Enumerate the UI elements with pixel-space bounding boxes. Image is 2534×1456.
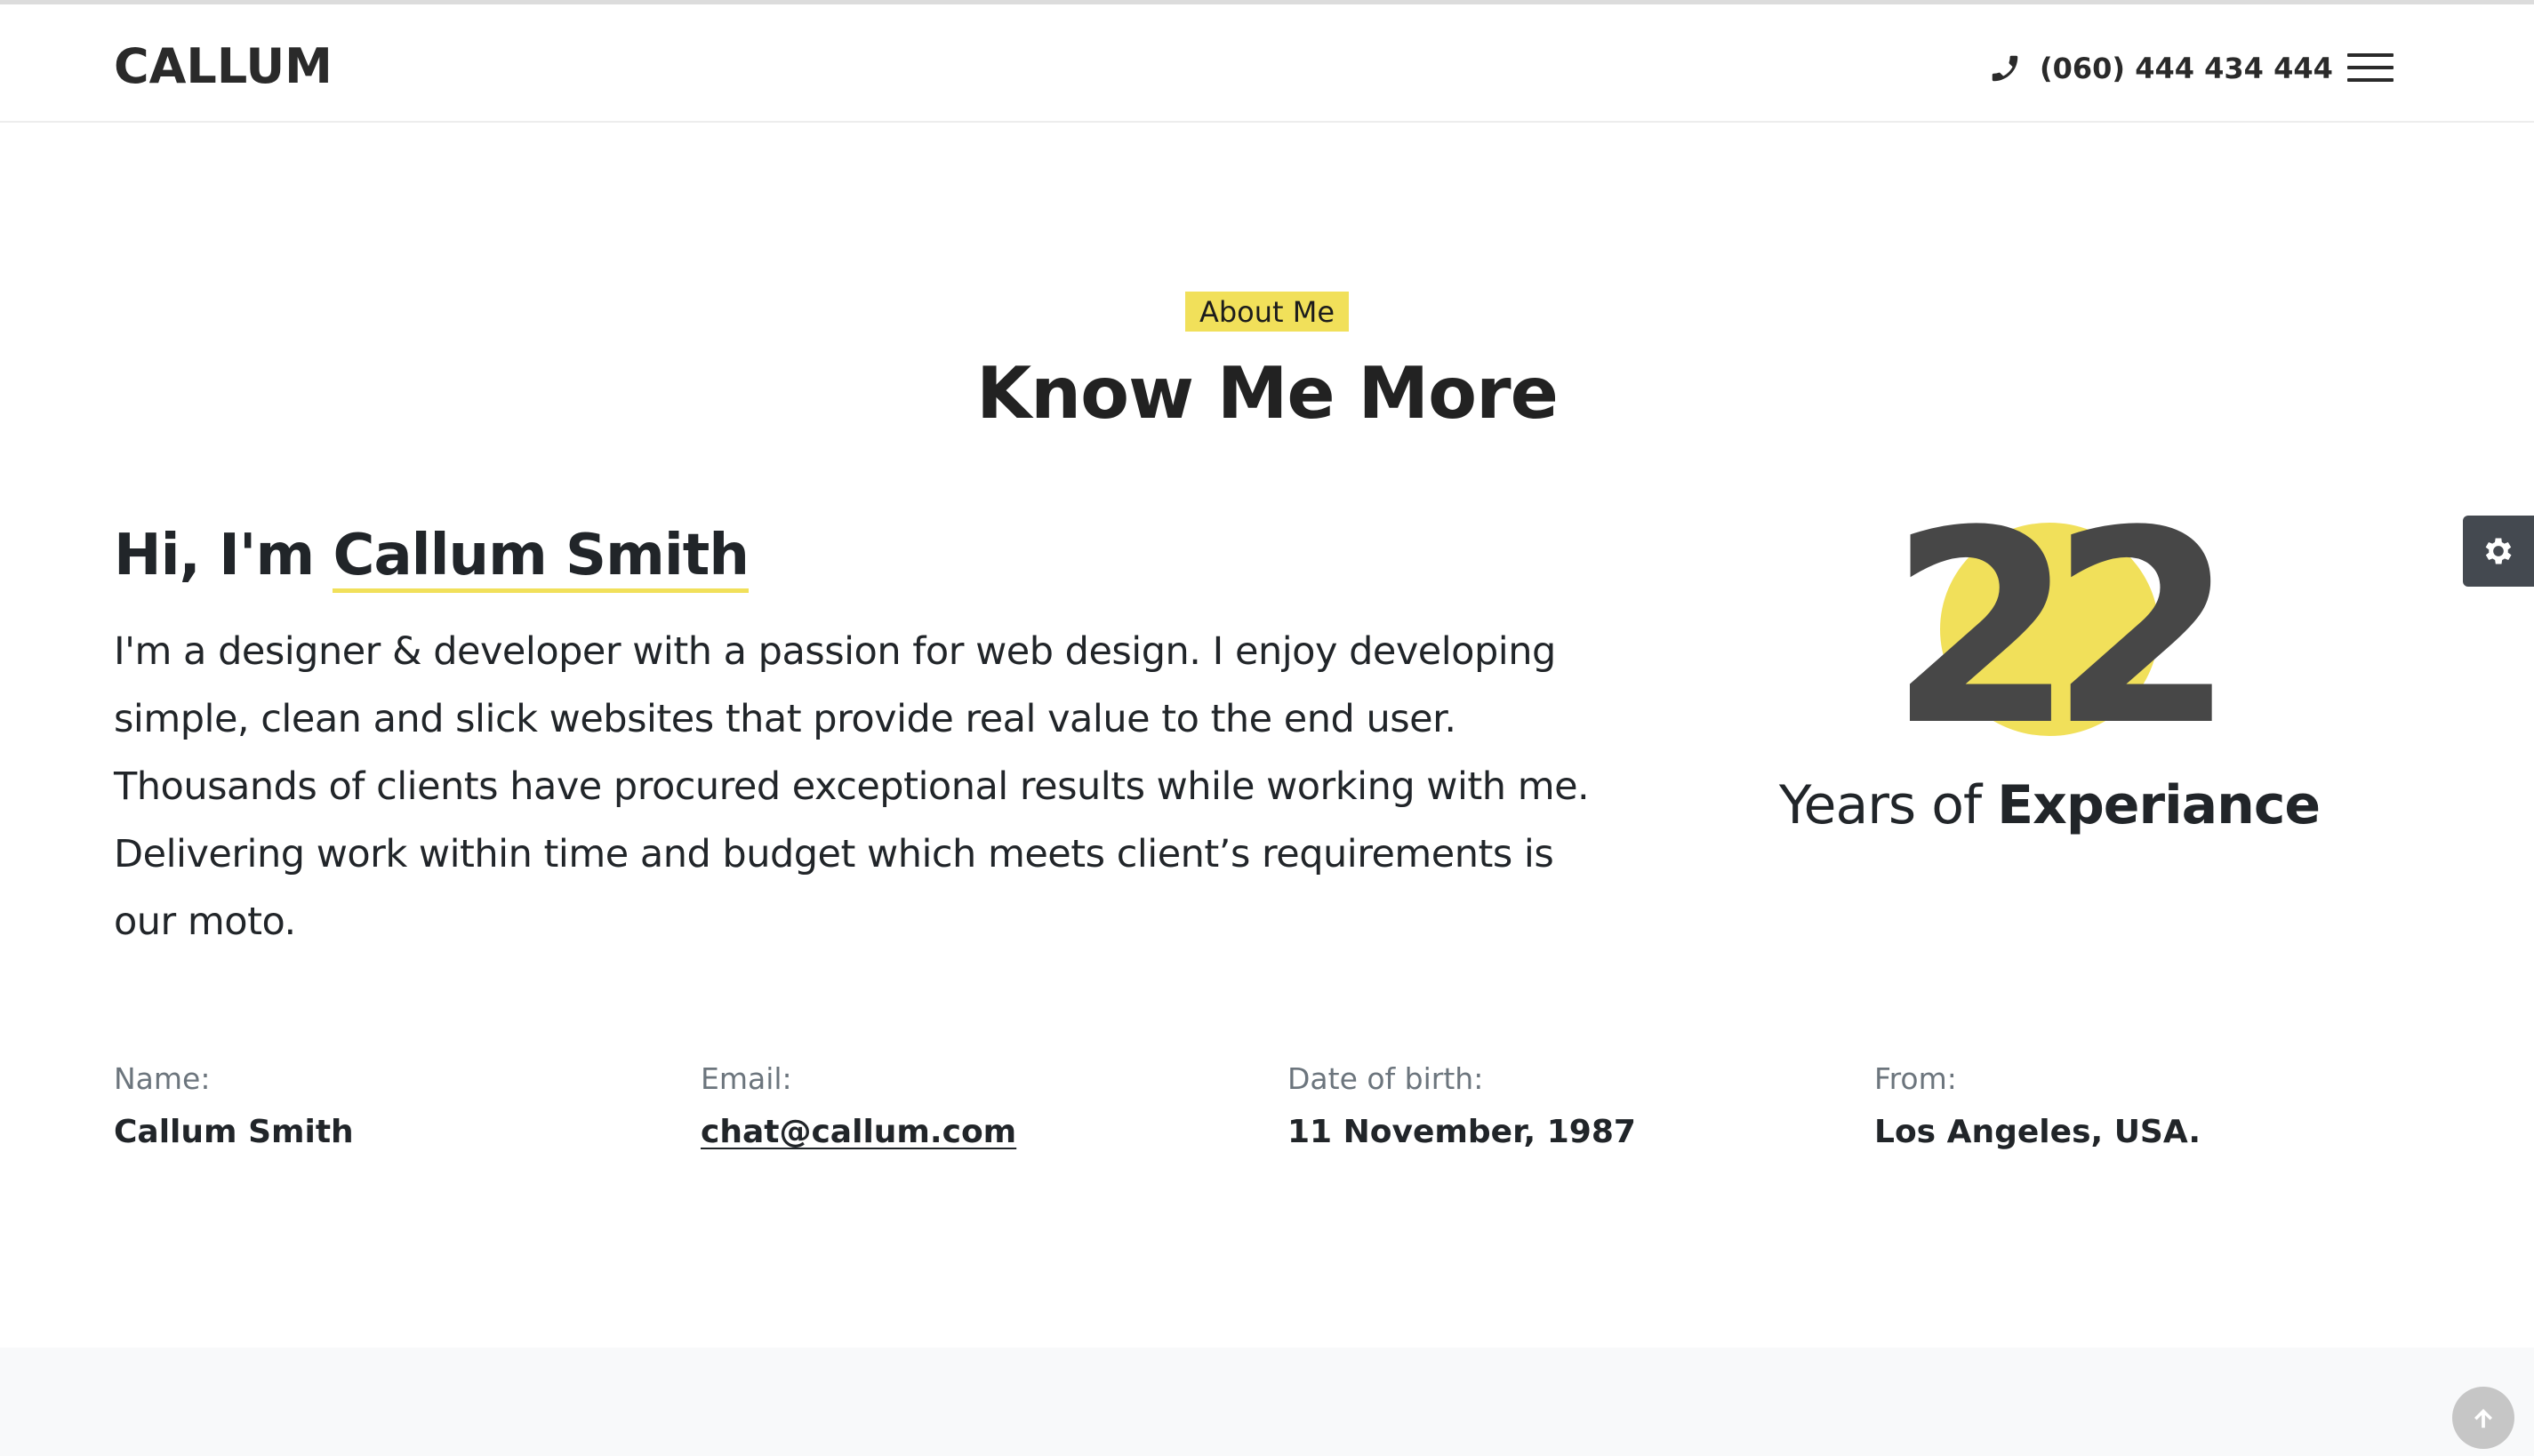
experience-label: Years of Experiance bbox=[1672, 770, 2427, 841]
menu-bar bbox=[2347, 78, 2394, 82]
gear-icon bbox=[2485, 538, 2512, 564]
detail-value: chat@callum.com bbox=[701, 1109, 1234, 1156]
phone-number[interactable]: (060) 444 434 444 bbox=[2040, 52, 2333, 85]
detail-from: From: Los Angeles, USA. bbox=[1874, 1058, 2408, 1156]
section-eyebrow-badge: About Me bbox=[1185, 292, 1349, 332]
intro-greeting: Hi, I'm bbox=[114, 523, 315, 588]
section-title: Know Me More bbox=[976, 352, 1559, 435]
detail-date-of-birth: Date of birth: 11 November, 1987 bbox=[1287, 1058, 1821, 1156]
experience-label-strong: Experiance bbox=[1997, 774, 2321, 836]
detail-value: Callum Smith bbox=[114, 1114, 354, 1150]
detail-value: Los Angeles, USA. bbox=[1874, 1114, 2201, 1150]
detail-label: Name: bbox=[114, 1061, 211, 1096]
settings-toggle-button[interactable] bbox=[2463, 516, 2534, 587]
detail-label: From: bbox=[1874, 1061, 1957, 1096]
detail-label: Date of birth: bbox=[1287, 1061, 1484, 1096]
hamburger-menu-icon[interactable] bbox=[2347, 51, 2394, 84]
next-section-band bbox=[0, 1348, 2534, 1456]
back-to-top-button[interactable] bbox=[2452, 1387, 2514, 1449]
menu-bar bbox=[2347, 53, 2394, 57]
detail-name: Name: Callum Smith bbox=[114, 1058, 647, 1156]
phone-icon bbox=[1992, 55, 2018, 82]
site-header: CALLUM (060) 444 434 444 bbox=[0, 4, 2534, 123]
site-logo[interactable]: CALLUM bbox=[114, 38, 333, 95]
intro-name: Callum Smith bbox=[333, 523, 750, 593]
experience-years: 22 bbox=[1888, 474, 2234, 784]
menu-bar bbox=[2347, 66, 2394, 69]
detail-label: Email: bbox=[701, 1061, 792, 1096]
email-link[interactable]: chat@callum.com bbox=[701, 1114, 1016, 1150]
detail-email: Email: chat@callum.com bbox=[701, 1058, 1234, 1156]
bio-paragraph: I'm a designer & developer with a passio… bbox=[114, 629, 1590, 944]
intro-heading: Hi, I'm Callum Smith bbox=[114, 516, 750, 596]
arrow-up-icon bbox=[2474, 1409, 2492, 1428]
detail-value: 11 November, 1987 bbox=[1287, 1114, 1636, 1150]
experience-label-prefix: Years of bbox=[1778, 774, 1982, 836]
header-phone[interactable]: (060) 444 434 444 bbox=[1988, 44, 2333, 93]
